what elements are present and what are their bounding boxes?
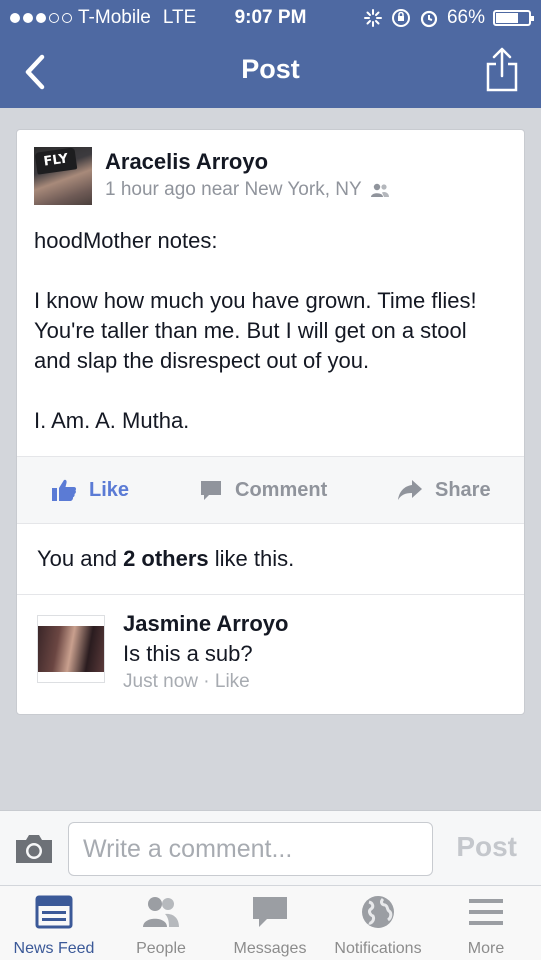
likes-suffix: like this.	[208, 546, 295, 571]
share-label: Share	[435, 478, 491, 501]
activity-spinner-icon	[363, 8, 383, 28]
comment-label: Comment	[235, 478, 328, 501]
like-label: Like	[89, 478, 130, 501]
comment-meta-separator: ·	[197, 671, 215, 692]
status-right: 66%	[363, 0, 534, 36]
tab-label: More	[467, 940, 505, 957]
thumbs-up-icon	[52, 479, 76, 501]
post-actions: Like Comment Share	[17, 456, 524, 524]
author-avatar[interactable]: FLY	[34, 147, 92, 205]
status-bar: T-Mobile LTE 9:07 PM 66%	[0, 0, 541, 36]
tab-messages[interactable]: Messages	[216, 886, 324, 960]
commenter-photo	[38, 626, 104, 672]
tab-label: Notifications	[334, 940, 422, 957]
likes-count: 2 others	[123, 546, 209, 571]
post-body: hoodMother notes: I know how much you ha…	[34, 226, 509, 436]
share-post-button[interactable]: Share	[397, 457, 491, 523]
page-title: Post	[241, 54, 300, 84]
comment-divider	[17, 594, 524, 595]
alarm-clock-icon	[419, 8, 439, 28]
battery-percent: 66%	[446, 7, 485, 28]
post-comment-button[interactable]: Post	[456, 831, 517, 863]
comment-bubble-icon	[201, 481, 221, 500]
post-meta: 1 hour ago near New York, NY	[105, 179, 390, 201]
tab-news-feed[interactable]: News Feed	[0, 886, 108, 960]
nav-bar: Post	[0, 36, 541, 108]
comment-button[interactable]: Comment	[199, 457, 327, 523]
post-timestamp-location: 1 hour ago near New York, NY	[105, 179, 362, 200]
share-icon	[486, 47, 518, 92]
top-bar: T-Mobile LTE 9:07 PM 66% Post	[0, 0, 541, 108]
likes-summary[interactable]: You and 2 others like this.	[37, 546, 294, 572]
comment-text: Is this a sub?	[123, 641, 253, 666]
people-icon	[143, 897, 179, 927]
commenter-avatar[interactable]	[37, 615, 105, 683]
friends-icon	[370, 183, 389, 197]
comment-composer: Post	[0, 810, 541, 885]
comment-time: Just now	[123, 671, 198, 692]
comment-like-link[interactable]: Like	[215, 671, 250, 692]
tab-label: People	[136, 940, 186, 957]
tab-more[interactable]: More	[432, 886, 540, 960]
tab-label: News Feed	[13, 940, 95, 957]
post-paragraph: I know how much you have grown. Time fli…	[34, 288, 477, 373]
like-button[interactable]: Like	[51, 457, 129, 523]
rotation-lock-icon	[391, 8, 411, 28]
share-arrow-icon	[398, 480, 422, 500]
comment-author[interactable]: Jasmine Arroyo	[123, 611, 288, 637]
post-paragraph: I. Am. A. Mutha.	[34, 408, 190, 433]
post-author[interactable]: Aracelis Arroyo	[105, 149, 268, 175]
tab-people[interactable]: People	[107, 886, 215, 960]
comment-meta: Just now · Like	[123, 671, 250, 693]
likes-prefix: You and	[37, 546, 124, 571]
tab-bar: News Feed People Messages Notifications …	[0, 885, 541, 960]
tab-label: Messages	[233, 940, 307, 957]
share-button[interactable]	[485, 46, 519, 92]
tab-notifications[interactable]: Notifications	[324, 886, 432, 960]
battery-icon	[493, 10, 534, 26]
globe-icon	[362, 896, 394, 928]
post-paragraph: hoodMother notes:	[34, 228, 218, 253]
menu-icon	[469, 899, 503, 925]
post-card: FLY Aracelis Arroyo 1 hour ago near New …	[16, 129, 525, 715]
news-feed-icon	[35, 895, 73, 929]
camera-icon	[16, 835, 52, 863]
comment-input[interactable]	[68, 822, 433, 876]
avatar-cap-logo: FLY	[34, 147, 78, 175]
camera-button[interactable]	[13, 833, 55, 865]
messages-icon	[253, 897, 287, 927]
